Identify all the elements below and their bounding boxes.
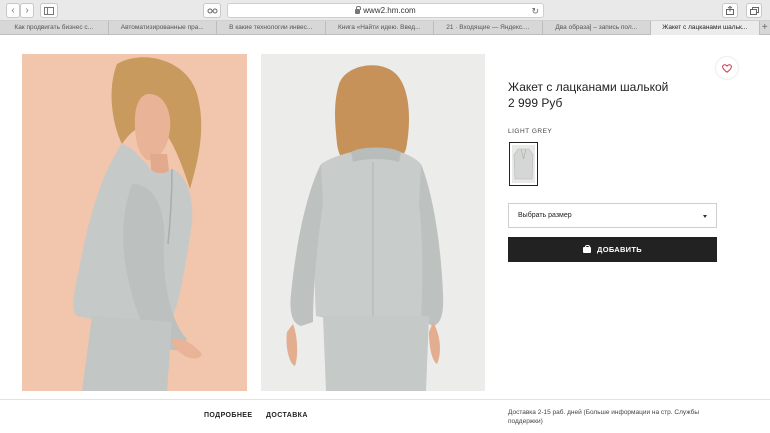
sidebar-icon (44, 6, 54, 15)
browser-tab-active[interactable]: Жакет с лацканами шальк... (651, 21, 760, 35)
product-photo-back[interactable] (261, 54, 485, 391)
details-link[interactable]: ПОДРОБНЕЕ (204, 412, 252, 419)
browser-tab[interactable]: Книга «Найти идею. Введ... (326, 21, 434, 35)
tabs-icon (749, 6, 759, 15)
delivery-link[interactable]: ДОСТАВКА (266, 412, 308, 419)
sidebar-button[interactable] (40, 3, 58, 18)
delivery-info: Доставка 2-15 раб. дней (Больше информац… (508, 409, 700, 425)
chevron-left-icon: ‹ (11, 5, 15, 16)
color-name: LIGHT GREY (508, 128, 553, 135)
back-button[interactable]: ‹ (6, 3, 20, 18)
heart-icon (722, 63, 732, 73)
forward-button[interactable]: › (20, 3, 34, 18)
browser-tab[interactable]: Как продвигать бизнес с... (0, 21, 109, 35)
jacket-thumbnail-icon (513, 148, 534, 180)
glasses-icon (207, 8, 217, 13)
reader-button[interactable] (203, 3, 221, 18)
caret-down-icon (703, 215, 707, 218)
browser-tab[interactable]: 21 · Входящие — Яндекс.... (434, 21, 543, 35)
new-tab-button[interactable]: + (760, 21, 770, 34)
browser-tab[interactable]: Автоматизированные пра... (109, 21, 217, 35)
chevron-right-icon: › (25, 5, 29, 16)
address-bar[interactable]: www2.hm.com ↻ (227, 3, 544, 18)
size-select[interactable]: Выбрать размер (508, 203, 717, 228)
tabs-overview-button[interactable] (746, 3, 762, 18)
browser-toolbar: ‹ › www2.hm.com ↻ (0, 0, 770, 21)
product-price: 2 999 Руб (508, 96, 563, 110)
add-button-label: ДОБАВИТЬ (597, 245, 642, 254)
share-icon (726, 6, 734, 15)
product-title: Жакет с лацканами шалькой (508, 80, 669, 94)
browser-tab[interactable]: В какие технологии инвес... (217, 21, 326, 35)
wishlist-button[interactable] (716, 57, 738, 79)
reload-icon[interactable]: ↻ (531, 6, 539, 17)
size-select-label: Выбрать размер (518, 212, 572, 219)
swatch-thumbnail (512, 145, 535, 183)
lock-icon (355, 6, 362, 14)
model-side-image (73, 57, 202, 391)
browser-tab[interactable]: Два образа] – запись пол... (543, 21, 651, 35)
model-back-image (286, 65, 444, 391)
shopping-bag-icon (583, 244, 592, 253)
url-text: www2.hm.com (363, 6, 416, 15)
color-swatch[interactable] (509, 142, 538, 186)
share-button[interactable] (722, 3, 738, 18)
tab-bar: Как продвигать бизнес с... Автоматизиров… (0, 21, 770, 35)
product-footer: ПОДРОБНЕЕ ДОСТАВКА Доставка 2-15 раб. дн… (0, 399, 770, 433)
product-photo-side[interactable] (22, 54, 247, 391)
add-to-bag-button[interactable]: ДОБАВИТЬ (508, 237, 717, 262)
